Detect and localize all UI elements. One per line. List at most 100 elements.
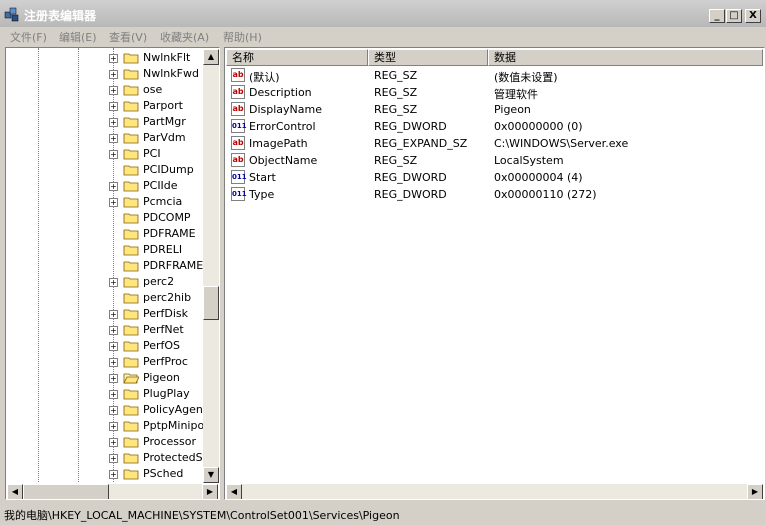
list-row[interactable]: 011 Type REG_DWORD 0x00000110 (272) [226,186,763,203]
binary-value-icon: 011 [231,170,247,184]
tree-item[interactable]: + PerfNet [6,322,204,338]
expand-icon[interactable]: + [109,454,118,463]
expand-icon[interactable]: + [109,118,118,127]
list-cell-type: REG_DWORD [374,171,447,184]
tree-item[interactable]: + Parport [6,98,204,114]
expand-icon[interactable]: + [109,70,118,79]
expand-icon[interactable]: + [109,406,118,415]
tree-item[interactable]: PCIDump [6,162,204,178]
list-cell-type: REG_DWORD [374,120,447,133]
tree-item[interactable]: PDRELI [6,242,204,258]
expand-icon[interactable]: + [109,390,118,399]
menu-view[interactable]: 查看(V) [109,29,147,45]
tree-item[interactable]: + PSched [6,466,204,482]
registry-key-tree[interactable]: + NwlnkFlt + NwlnkFwd + ose + Parport + PartMgr + P… [5,47,220,500]
string-value-icon: ab [231,153,245,167]
expand-icon[interactable]: + [109,438,118,447]
expand-icon[interactable]: + [109,470,118,479]
expand-icon[interactable]: + [109,326,118,335]
list-row[interactable]: ab ImagePath REG_EXPAND_SZ C:\WINDOWS\Serve… [226,135,763,152]
expand-icon[interactable]: + [109,134,118,143]
list-row[interactable]: 011 Start REG_DWORD 0x00000004 (4) [226,169,763,186]
tree-item[interactable]: PDCOMP [6,210,204,226]
tree-item[interactable]: + PerfProc [6,354,204,370]
list-cell-type: REG_SZ [374,69,418,82]
tree-vertical-scrollbar[interactable]: ▲ ▼ [203,49,219,483]
tree-item[interactable]: + ParVdm [6,130,204,146]
expand-icon[interactable]: + [109,342,118,351]
tree-item[interactable]: PDFRAME [6,226,204,242]
tree-item[interactable]: + Processor [6,434,204,450]
folder-icon [123,309,139,320]
tree-item[interactable]: + PartMgr [6,114,204,130]
menu-help[interactable]: 帮助(H) [223,29,262,45]
menu-favorites[interactable]: 收藏夹(A) [160,29,209,45]
scroll-left-button[interactable]: ◀ [226,484,242,499]
minimize-button[interactable]: _ [709,9,725,23]
tree-item-label: ose [143,83,163,96]
folder-icon [123,197,139,208]
folder-icon [123,133,139,144]
column-header-type[interactable]: 类型 [368,49,488,66]
list-row[interactable]: 011 ErrorControl REG_DWORD 0x00000000 (0) [226,118,763,135]
tree-item-label: PDCOMP [143,211,191,224]
tree-item[interactable]: + NwlnkFwd [6,66,204,82]
tree-item[interactable]: + PptpMiniport [6,418,213,434]
expand-icon[interactable]: + [109,198,118,207]
expand-icon[interactable]: + [109,182,118,191]
menu-bar: 文件(F) 编辑(E) 查看(V) 收藏夹(A) 帮助(H) [0,27,766,45]
expand-icon[interactable]: + [109,102,118,111]
expand-icon[interactable]: + [109,54,118,63]
status-key-path: 我的电脑\HKEY_LOCAL_MACHINE\SYSTEM\ControlSe… [4,509,400,522]
expand-icon[interactable]: + [109,310,118,319]
tree-item[interactable]: + Pigeon [6,370,204,386]
expand-icon[interactable]: + [109,278,118,287]
tree-item[interactable]: + PCIIde [6,178,204,194]
expand-icon[interactable]: + [109,422,118,431]
title-bar[interactable]: 注册表编辑器 _ □ X [0,0,766,27]
list-row[interactable]: ab DisplayName REG_SZ Pigeon [226,101,763,118]
expand-icon[interactable]: + [109,86,118,95]
tree-item-label: Pcmcia [143,195,183,208]
scroll-left-button[interactable]: ◀ [7,484,23,499]
tree-item[interactable]: perc2hib [6,290,204,306]
expand-icon[interactable]: + [109,374,118,383]
tree-item[interactable]: + PCI [6,146,204,162]
tree-item[interactable]: + PlugPlay [6,386,204,402]
folder-icon [123,101,139,112]
list-row[interactable]: ab ObjectName REG_SZ LocalSystem [226,152,763,169]
binary-value-icon: 011 [231,187,247,201]
menu-file[interactable]: 文件(F) [10,29,47,45]
tree-item[interactable]: PDRFRAME [6,258,204,274]
tree-item[interactable]: + perc2 [6,274,204,290]
list-cell-name: ObjectName [249,154,318,167]
tree-hscroll-thumb[interactable] [23,484,109,499]
menu-edit[interactable]: 编辑(E) [59,29,97,45]
tree-scroll-thumb[interactable] [203,286,219,320]
tree-item[interactable]: + NwlnkFlt [6,50,204,66]
expand-icon[interactable]: + [109,358,118,367]
list-horizontal-scrollbar[interactable]: ◀ ▶ [226,484,763,499]
registry-values-list[interactable]: 名称 类型 数据 ab (默认) REG_SZ (数值未设置) ab Descriptio… [224,47,765,500]
folder-icon [123,69,139,80]
list-cell-type: REG_SZ [374,103,418,116]
scroll-up-button[interactable]: ▲ [203,49,219,65]
tree-item[interactable]: + ose [6,82,204,98]
column-header-name[interactable]: 名称 [226,49,368,66]
scroll-down-button[interactable]: ▼ [203,467,219,483]
close-button[interactable]: X [745,9,761,23]
scroll-right-button[interactable]: ▶ [202,484,218,499]
tree-item[interactable]: + PolicyAgent [6,402,207,418]
tree-item[interactable]: + PerfOS [6,338,204,354]
column-header-data[interactable]: 数据 [488,49,763,66]
list-row[interactable]: ab (默认) REG_SZ (数值未设置) [226,67,763,84]
tree-horizontal-scrollbar[interactable]: ◀ ▶ [7,484,218,499]
expand-icon[interactable]: + [109,150,118,159]
tree-item[interactable]: + Pcmcia [6,194,204,210]
tree-item[interactable]: + ProtectedSto [6,450,214,466]
tree-item[interactable]: + PerfDisk [6,306,204,322]
maximize-button[interactable]: □ [726,9,742,23]
scroll-right-button[interactable]: ▶ [747,484,763,499]
regedit-app-icon [4,7,19,22]
list-row[interactable]: ab Description REG_SZ 管理软件 [226,84,763,101]
